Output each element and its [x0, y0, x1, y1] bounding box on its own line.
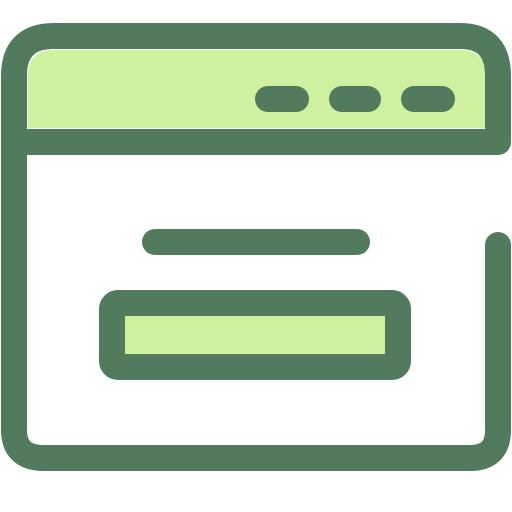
browser-window-icon-canvas — [0, 0, 512, 512]
input-field-placeholder — [99, 290, 411, 380]
browser-window-form-icon — [1, 23, 511, 471]
